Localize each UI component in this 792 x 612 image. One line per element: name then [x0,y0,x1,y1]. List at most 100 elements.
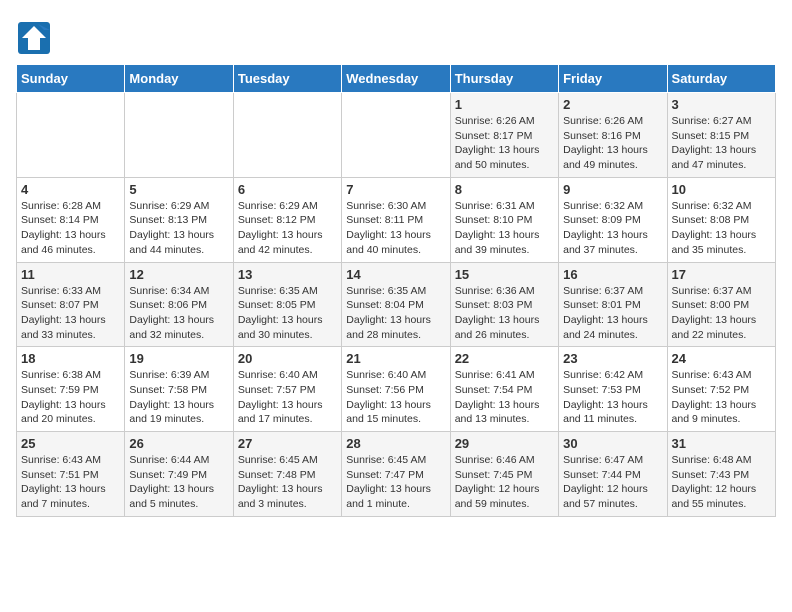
day-number: 17 [672,267,771,282]
day-number: 29 [455,436,554,451]
day-info: Sunrise: 6:29 AMSunset: 8:12 PMDaylight:… [238,199,337,258]
calendar-day-cell [233,93,341,178]
calendar-day-cell: 11 Sunrise: 6:33 AMSunset: 8:07 PMDayligh… [17,262,125,347]
day-info: Sunrise: 6:40 AMSunset: 7:56 PMDaylight:… [346,368,445,427]
day-info: Sunrise: 6:26 AMSunset: 8:16 PMDaylight:… [563,114,662,173]
day-number: 12 [129,267,228,282]
calendar-day-cell: 26 Sunrise: 6:44 AMSunset: 7:49 PMDayligh… [125,432,233,517]
calendar-day-cell [125,93,233,178]
page-header [16,16,776,56]
calendar-day-cell: 8 Sunrise: 6:31 AMSunset: 8:10 PMDaylight… [450,177,558,262]
calendar-day-cell: 14 Sunrise: 6:35 AMSunset: 8:04 PMDayligh… [342,262,450,347]
calendar-day-cell: 22 Sunrise: 6:41 AMSunset: 7:54 PMDayligh… [450,347,558,432]
day-number: 19 [129,351,228,366]
day-info: Sunrise: 6:29 AMSunset: 8:13 PMDaylight:… [129,199,228,258]
day-number: 14 [346,267,445,282]
day-number: 11 [21,267,120,282]
day-info: Sunrise: 6:43 AMSunset: 7:51 PMDaylight:… [21,453,120,512]
day-info: Sunrise: 6:45 AMSunset: 7:48 PMDaylight:… [238,453,337,512]
day-info: Sunrise: 6:44 AMSunset: 7:49 PMDaylight:… [129,453,228,512]
calendar-day-cell: 4 Sunrise: 6:28 AMSunset: 8:14 PMDaylight… [17,177,125,262]
day-number: 30 [563,436,662,451]
day-number: 27 [238,436,337,451]
calendar-week-row: 1 Sunrise: 6:26 AMSunset: 8:17 PMDaylight… [17,93,776,178]
day-info: Sunrise: 6:28 AMSunset: 8:14 PMDaylight:… [21,199,120,258]
day-info: Sunrise: 6:42 AMSunset: 7:53 PMDaylight:… [563,368,662,427]
day-number: 18 [21,351,120,366]
calendar-day-cell: 18 Sunrise: 6:38 AMSunset: 7:59 PMDayligh… [17,347,125,432]
calendar-day-cell: 29 Sunrise: 6:46 AMSunset: 7:45 PMDayligh… [450,432,558,517]
calendar-day-cell: 15Sunrise: 6:36 AMSunset: 8:03 PMDayligh… [450,262,558,347]
day-info: Sunrise: 6:48 AMSunset: 7:43 PMDaylight:… [672,453,771,512]
day-number: 31 [672,436,771,451]
day-number: 16 [563,267,662,282]
day-info: Sunrise: 6:32 AMSunset: 8:09 PMDaylight:… [563,199,662,258]
day-info: Sunrise: 6:34 AMSunset: 8:06 PMDaylight:… [129,284,228,343]
day-info: Sunrise: 6:43 AMSunset: 7:52 PMDaylight:… [672,368,771,427]
calendar-day-cell: 2 Sunrise: 6:26 AMSunset: 8:16 PMDaylight… [559,93,667,178]
calendar-day-cell: 25 Sunrise: 6:43 AMSunset: 7:51 PMDayligh… [17,432,125,517]
day-number: 1 [455,97,554,112]
calendar-day-cell [342,93,450,178]
day-info: Sunrise: 6:31 AMSunset: 8:10 PMDaylight:… [455,199,554,258]
calendar-day-cell: 23Sunrise: 6:42 AMSunset: 7:53 PMDayligh… [559,347,667,432]
calendar-day-header: Sunday [17,65,125,93]
calendar-day-cell: 6 Sunrise: 6:29 AMSunset: 8:12 PMDaylight… [233,177,341,262]
calendar-day-header: Wednesday [342,65,450,93]
day-info: Sunrise: 6:47 AMSunset: 7:44 PMDaylight:… [563,453,662,512]
calendar-day-header: Friday [559,65,667,93]
calendar-day-cell: 7Sunrise: 6:30 AMSunset: 8:11 PMDaylight… [342,177,450,262]
day-number: 7 [346,182,445,197]
day-number: 28 [346,436,445,451]
calendar-day-cell: 17 Sunrise: 6:37 AMSunset: 8:00 PMDayligh… [667,262,775,347]
day-info: Sunrise: 6:38 AMSunset: 7:59 PMDaylight:… [21,368,120,427]
day-info: Sunrise: 6:37 AMSunset: 8:00 PMDaylight:… [672,284,771,343]
day-number: 10 [672,182,771,197]
day-number: 6 [238,182,337,197]
day-info: Sunrise: 6:45 AMSunset: 7:47 PMDaylight:… [346,453,445,512]
day-number: 8 [455,182,554,197]
day-info: Sunrise: 6:35 AMSunset: 8:04 PMDaylight:… [346,284,445,343]
calendar-week-row: 11 Sunrise: 6:33 AMSunset: 8:07 PMDayligh… [17,262,776,347]
calendar-day-cell: 5Sunrise: 6:29 AMSunset: 8:13 PMDaylight… [125,177,233,262]
calendar-day-cell: 21Sunrise: 6:40 AMSunset: 7:56 PMDayligh… [342,347,450,432]
day-info: Sunrise: 6:40 AMSunset: 7:57 PMDaylight:… [238,368,337,427]
calendar-week-row: 18 Sunrise: 6:38 AMSunset: 7:59 PMDayligh… [17,347,776,432]
day-number: 26 [129,436,228,451]
calendar-day-cell: 12 Sunrise: 6:34 AMSunset: 8:06 PMDayligh… [125,262,233,347]
calendar-day-cell: 27 Sunrise: 6:45 AMSunset: 7:48 PMDayligh… [233,432,341,517]
day-info: Sunrise: 6:27 AMSunset: 8:15 PMDaylight:… [672,114,771,173]
day-info: Sunrise: 6:32 AMSunset: 8:08 PMDaylight:… [672,199,771,258]
day-info: Sunrise: 6:39 AMSunset: 7:58 PMDaylight:… [129,368,228,427]
day-number: 2 [563,97,662,112]
calendar-day-header: Tuesday [233,65,341,93]
calendar-day-cell: 31 Sunrise: 6:48 AMSunset: 7:43 PMDayligh… [667,432,775,517]
calendar-day-cell: 10 Sunrise: 6:32 AMSunset: 8:08 PMDayligh… [667,177,775,262]
calendar-day-header: Saturday [667,65,775,93]
calendar-day-cell: 3 Sunrise: 6:27 AMSunset: 8:15 PMDaylight… [667,93,775,178]
day-info: Sunrise: 6:26 AMSunset: 8:17 PMDaylight:… [455,114,554,173]
day-number: 3 [672,97,771,112]
day-number: 25 [21,436,120,451]
calendar-day-header: Thursday [450,65,558,93]
day-number: 24 [672,351,771,366]
day-number: 22 [455,351,554,366]
calendar-header-row: SundayMondayTuesdayWednesdayThursdayFrid… [17,65,776,93]
calendar-day-cell: 9 Sunrise: 6:32 AMSunset: 8:09 PMDaylight… [559,177,667,262]
calendar-day-cell: 16 Sunrise: 6:37 AMSunset: 8:01 PMDayligh… [559,262,667,347]
day-info: Sunrise: 6:46 AMSunset: 7:45 PMDaylight:… [455,453,554,512]
day-number: 4 [21,182,120,197]
calendar-day-cell: 28 Sunrise: 6:45 AMSunset: 7:47 PMDayligh… [342,432,450,517]
day-info: Sunrise: 6:41 AMSunset: 7:54 PMDaylight:… [455,368,554,427]
calendar-week-row: 25 Sunrise: 6:43 AMSunset: 7:51 PMDayligh… [17,432,776,517]
day-number: 9 [563,182,662,197]
day-info: Sunrise: 6:33 AMSunset: 8:07 PMDaylight:… [21,284,120,343]
calendar-week-row: 4 Sunrise: 6:28 AMSunset: 8:14 PMDaylight… [17,177,776,262]
calendar-body: 1 Sunrise: 6:26 AMSunset: 8:17 PMDaylight… [17,93,776,517]
day-info: Sunrise: 6:37 AMSunset: 8:01 PMDaylight:… [563,284,662,343]
logo [16,20,56,56]
calendar-day-cell: 1 Sunrise: 6:26 AMSunset: 8:17 PMDaylight… [450,93,558,178]
calendar-day-cell: 24 Sunrise: 6:43 AMSunset: 7:52 PMDayligh… [667,347,775,432]
day-number: 20 [238,351,337,366]
calendar-day-cell: 19 Sunrise: 6:39 AMSunset: 7:58 PMDayligh… [125,347,233,432]
